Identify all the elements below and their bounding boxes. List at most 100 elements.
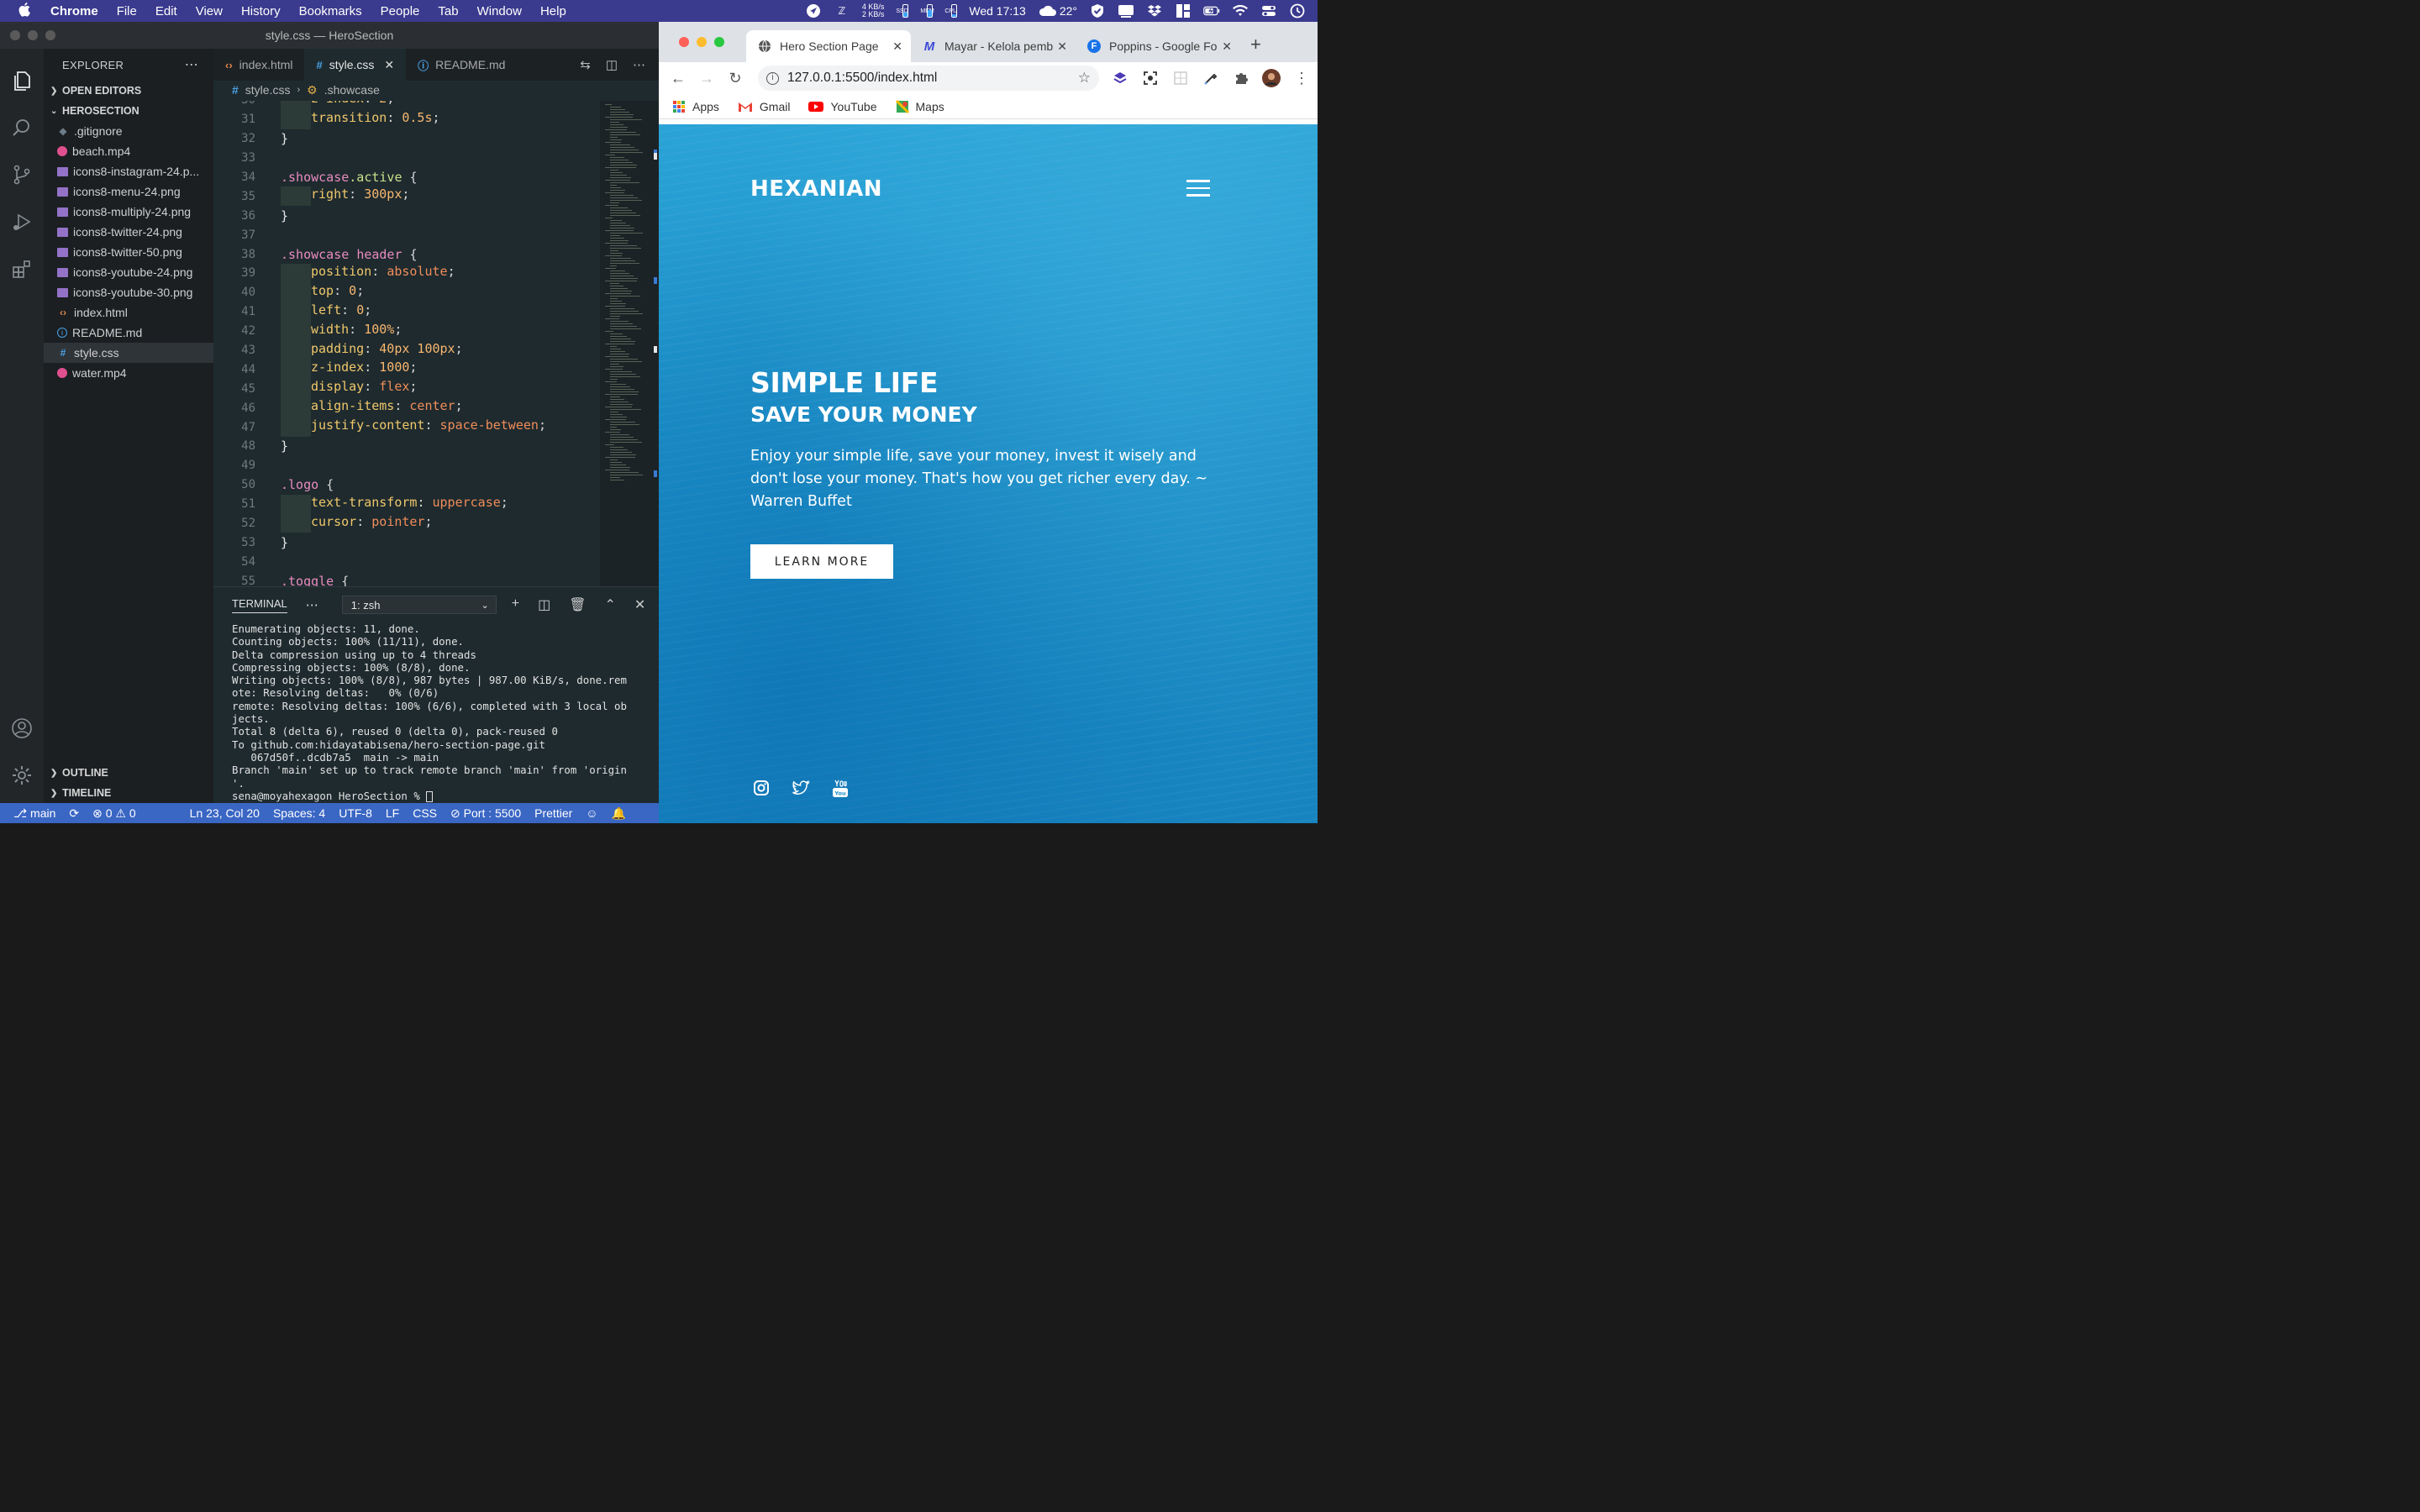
encoding[interactable]: UTF-8 <box>339 806 372 820</box>
address-bar[interactable]: i 127.0.0.1:5500/index.html ☆ <box>758 66 1099 91</box>
split-editor-icon[interactable]: ◫ <box>606 57 618 72</box>
twitter-icon[interactable] <box>792 780 810 798</box>
tab-index-html[interactable]: ‹› index.html <box>213 49 304 81</box>
source-control-icon[interactable] <box>10 163 34 186</box>
terminal-output[interactable]: Enumerating objects: 11, done. Counting o… <box>213 622 659 802</box>
menu-people[interactable]: People <box>381 4 420 18</box>
notification-icon[interactable] <box>1118 3 1134 18</box>
maximize-panel-icon[interactable]: ⌃ <box>605 596 616 613</box>
minimize-window-button[interactable] <box>697 37 707 47</box>
new-terminal-icon[interactable]: + <box>512 596 519 613</box>
file-tree-item[interactable]: water.mp4 <box>44 363 213 383</box>
file-tree-item[interactable]: beach.mp4 <box>44 141 213 161</box>
layout-icon[interactable] <box>1175 3 1192 18</box>
ssd-meter[interactable]: SSD <box>896 4 909 18</box>
menu-edit[interactable]: Edit <box>155 4 177 18</box>
bookmark-youtube[interactable]: YouTube <box>808 100 877 113</box>
zoom-window-button[interactable] <box>45 30 55 40</box>
bookmark-star-icon[interactable]: ☆ <box>1078 70 1091 87</box>
bookmark-apps[interactable]: Apps <box>672 100 719 113</box>
explorer-icon[interactable] <box>10 69 34 92</box>
end-of-line[interactable]: LF <box>386 806 399 820</box>
wifi-icon[interactable] <box>1232 3 1249 18</box>
account-icon[interactable] <box>10 717 34 740</box>
chrome-tab-mayar[interactable]: M Mayar - Kelola pemb ✕ <box>911 30 1076 62</box>
split-terminal-icon[interactable]: ◫ <box>538 596 550 613</box>
menu-file[interactable]: File <box>117 4 137 18</box>
dropbox-icon[interactable] <box>1146 3 1163 18</box>
menu-app-name[interactable]: Chrome <box>50 4 98 18</box>
reload-icon[interactable]: ↻ <box>721 70 750 87</box>
menu-window[interactable]: Window <box>477 4 522 18</box>
bookmark-gmail[interactable]: Gmail <box>738 100 790 113</box>
breadcrumb-file[interactable]: style.css <box>245 83 291 97</box>
close-window-button[interactable] <box>10 30 20 40</box>
extensions-icon[interactable] <box>10 257 34 281</box>
extension-layers-icon[interactable] <box>1111 69 1129 87</box>
file-tree-item[interactable]: icons8-multiply-24.png <box>44 202 213 222</box>
chrome-tab-hero-section[interactable]: Hero Section Page ✕ <box>746 30 911 62</box>
menu-tab[interactable]: Tab <box>438 4 458 18</box>
breadcrumb-symbol[interactable]: .showcase <box>324 83 380 97</box>
code-editor[interactable]: 30z-index: 2;31transition: 0.5s;32}3334.… <box>213 101 600 586</box>
menu-help[interactable]: Help <box>540 4 566 18</box>
timeline-section[interactable]: ❯ TIMELINE <box>44 783 213 803</box>
bookmark-maps[interactable]: Maps <box>895 99 944 113</box>
minimap[interactable] <box>600 101 659 586</box>
menu-hamburger-icon[interactable] <box>1186 180 1210 197</box>
screenshot-extension-icon[interactable] <box>1141 69 1160 87</box>
back-arrow-icon[interactable]: ← <box>664 70 692 87</box>
instagram-icon[interactable] <box>753 780 771 798</box>
clock[interactable]: Wed 17:13 <box>969 4 1025 18</box>
file-tree-item[interactable]: i README.md <box>44 323 213 343</box>
file-tree-item[interactable]: icons8-menu-24.png <box>44 181 213 202</box>
open-editors-section[interactable]: ❯ OPEN EDITORS <box>44 81 213 101</box>
extensions-puzzle-icon[interactable] <box>1232 69 1250 87</box>
tab-readme[interactable]: ⓘ README.md <box>406 49 517 81</box>
zoom-window-button[interactable] <box>714 37 724 47</box>
eyedropper-icon[interactable] <box>1202 69 1220 87</box>
file-tree-item[interactable]: icons8-twitter-50.png <box>44 242 213 262</box>
close-panel-icon[interactable]: ✕ <box>634 596 645 613</box>
open-changes-icon[interactable]: ⇆ <box>580 57 591 72</box>
chrome-tab-poppins[interactable]: F Poppins - Google Fo ✕ <box>1076 30 1240 62</box>
cpu-meter[interactable]: CPU <box>944 4 958 18</box>
file-tree-item[interactable]: # style.css <box>44 343 213 363</box>
learn-more-button[interactable]: LEARN MORE <box>750 544 893 579</box>
file-tree-item[interactable]: ‹› index.html <box>44 302 213 323</box>
site-logo[interactable]: HEXANIAN <box>750 176 882 202</box>
control-center-icon[interactable] <box>1260 3 1277 18</box>
sync-icon[interactable]: ⟳ <box>69 806 79 821</box>
run-debug-icon[interactable] <box>10 210 34 234</box>
file-tree-item[interactable]: ◆ .gitignore <box>44 121 213 141</box>
file-tree-item[interactable]: icons8-twitter-24.png <box>44 222 213 242</box>
prettier-status[interactable]: Prettier <box>534 806 572 820</box>
outline-section[interactable]: ❯ OUTLINE <box>44 763 213 783</box>
terminal-select[interactable]: 1: zsh ⌄ <box>341 596 497 614</box>
language-mode[interactable]: CSS <box>413 806 437 820</box>
project-folder-section[interactable]: ⌄ HEROSECTION <box>44 101 213 121</box>
site-info-icon[interactable]: i <box>766 71 779 85</box>
bell-icon[interactable]: 🔔 <box>612 806 626 821</box>
shield-icon[interactable] <box>1089 3 1106 18</box>
feedback-icon[interactable]: ☺ <box>586 806 597 820</box>
new-tab-icon[interactable]: + <box>1250 34 1261 55</box>
siri-icon[interactable] <box>1289 3 1306 18</box>
grid-extension-icon[interactable] <box>1171 69 1190 87</box>
indentation[interactable]: Spaces: 4 <box>273 806 325 820</box>
git-branch[interactable]: ⎇ main <box>13 806 55 821</box>
file-tree-item[interactable]: icons8-youtube-24.png <box>44 262 213 282</box>
file-tree-item[interactable]: icons8-youtube-30.png <box>44 282 213 302</box>
file-tree-item[interactable]: icons8-instagram-24.p... <box>44 161 213 181</box>
cursor-position[interactable]: Ln 23, Col 20 <box>190 806 260 820</box>
apple-menu-icon[interactable] <box>18 2 35 21</box>
weather-widget[interactable]: 22° <box>1038 4 1077 18</box>
live-server-port[interactable]: ⊘ Port : 5500 <box>450 806 521 821</box>
chrome-menu-icon[interactable]: ⋮ <box>1292 69 1311 87</box>
location-icon[interactable] <box>805 3 822 18</box>
mem-meter[interactable]: MEM <box>920 4 934 18</box>
more-actions-icon[interactable]: ⋯ <box>306 597 318 612</box>
close-tab-icon[interactable]: ✕ <box>384 58 394 72</box>
more-actions-icon[interactable]: ⋯ <box>185 56 198 73</box>
minimize-window-button[interactable] <box>28 30 38 40</box>
